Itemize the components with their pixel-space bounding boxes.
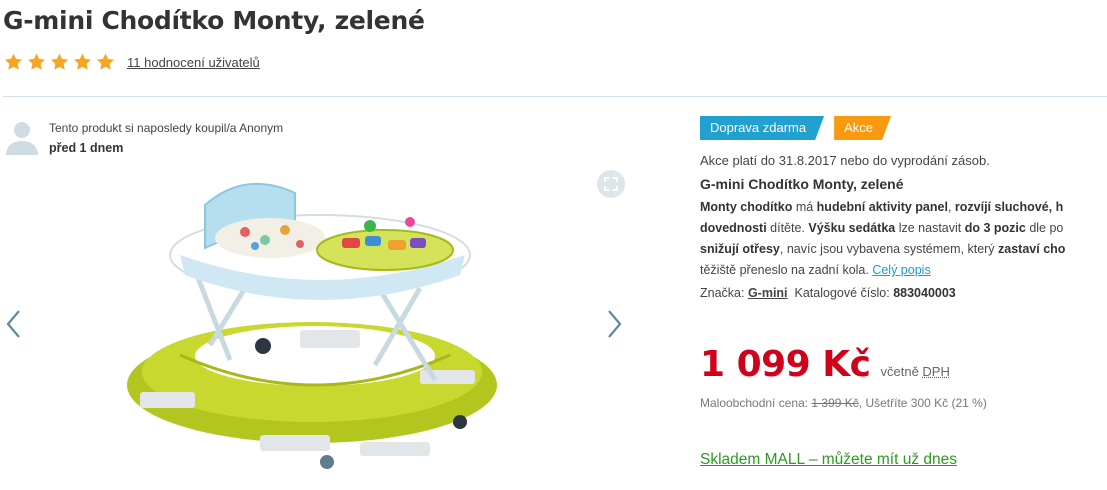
vat-note: včetně DPH [881,364,950,379]
star-icon [51,53,68,70]
desc-strong: dovednosti [700,221,767,235]
retail-label: Maloobchodní cena: [700,396,812,410]
desc-strong: rozvíjí sluchové, h [954,200,1064,214]
catalog-number: 883040003 [893,286,956,300]
fullscreen-button[interactable] [597,170,625,198]
old-price: 1 399 Kč [811,396,859,410]
catalog-label: Katalogové číslo: [794,286,890,300]
desc-text: , navíc jsou vybavena systémem, který [779,242,999,256]
product-info: Doprava zdarma Akce Akce platí do 31.8.2… [700,116,1107,468]
full-description-link[interactable]: Celý popis [872,263,930,277]
last-buyer-info: Tento produkt si naposledy koupil/a Anon… [3,118,283,158]
desc-strong: snižují otřesy [700,242,780,256]
ratings-link[interactable]: 11 hodnocení uživatelů [127,55,260,70]
user-avatar-icon [6,122,38,155]
rating: 11 hodnocení uživatelů [3,52,260,72]
star-icon [28,53,45,70]
chevron-left-icon[interactable] [4,308,24,340]
desc-text: má [792,200,817,214]
savings: , Ušetříte 300 Kč (21 %) [858,396,987,410]
vat-abbr: DPH [922,364,950,379]
promo-text: Akce platí do 31.8.2017 nebo do vyprodán… [700,153,990,168]
sale-badge: Akce [834,116,891,140]
desc-text: dle po [1025,221,1064,235]
price-row: 1 099 Kč včetně DPH [700,344,950,385]
desc-strong: Výšku sedátka [808,221,896,235]
desc-strong: Monty chodítko [700,200,793,214]
desc-strong: do 3 pozic [964,221,1026,235]
product-meta: Značka: G-mini Katalogové číslo: 8830400… [700,286,1107,300]
desc-strong: hudební aktivity panel [816,200,948,214]
free-shipping-badge: Doprava zdarma [700,116,824,140]
star-icon [5,53,22,70]
brand-label: Značka: [700,286,745,300]
chevron-right-icon[interactable] [604,308,624,340]
star-icon [97,53,114,70]
desc-strong: zastaví cho [998,242,1066,256]
last-buyer-time: před 1 dnem [49,141,124,155]
desc-text: dítěte. [766,221,809,235]
fullscreen-icon [604,177,618,191]
product-description: Monty chodítko má hudební aktivity panel… [700,197,1107,281]
product-image [127,182,497,469]
image-gallery [0,160,640,490]
brand-link[interactable]: G-mini [748,286,788,300]
rating-stars [3,52,116,72]
star-icon [74,53,91,70]
header-divider [3,96,1107,97]
last-buyer-text: Tento produkt si naposledy koupil/a Anon… [49,121,284,135]
badges: Doprava zdarma Akce [700,116,1107,140]
price: 1 099 Kč [700,344,871,385]
desc-text: těžiště přeneslo na zadní kola. [700,263,873,277]
vat-prefix: včetně [880,364,923,379]
page-title: G-mini Chodítko Monty, zelené [3,6,425,35]
product-page: G-mini Chodítko Monty, zelené 11 hodnoce… [0,0,1107,490]
desc-text: lze nastavit [895,221,965,235]
desc-text: , [947,200,955,214]
product-name: G-mini Chodítko Monty, zelené [700,176,904,192]
retail-price: Maloobchodní cena: 1 399 Kč, Ušetříte 30… [700,396,987,410]
stock-availability-link[interactable]: Skladem MALL – můžete mít už dnes [700,451,957,469]
